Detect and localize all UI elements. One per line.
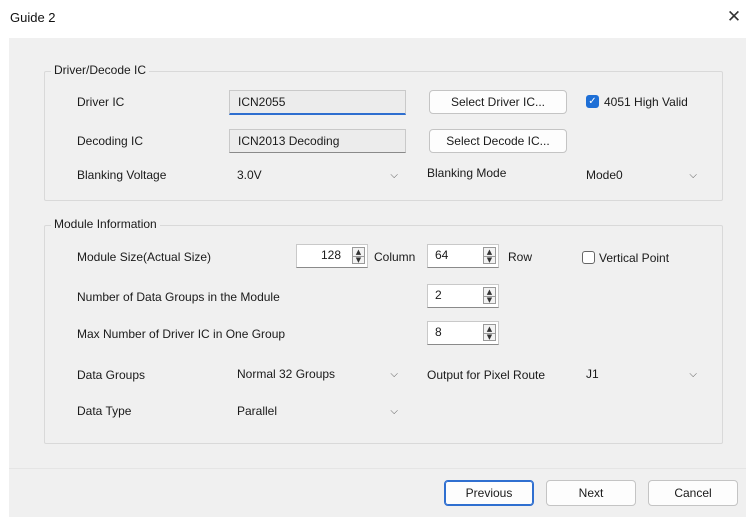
pixel-route-value: J1	[586, 367, 599, 381]
module-columns-stepper[interactable]: 128 ▲ ▼	[296, 244, 368, 268]
spin-buttons[interactable]: ▲ ▼	[483, 247, 496, 264]
blanking-mode-label: Blanking Mode	[427, 166, 507, 180]
decoding-ic-field[interactable]: ICN2013 Decoding	[229, 129, 406, 153]
module-size-label: Module Size(Actual Size)	[77, 250, 212, 264]
blanking-mode-select[interactable]: Mode0 ⌵	[578, 164, 705, 188]
pixel-route-label: Output for Pixel Route	[427, 368, 546, 382]
driver-decode-legend: Driver/Decode IC	[51, 63, 150, 77]
module-columns-value: 128	[320, 248, 341, 262]
data-groups-select[interactable]: Normal 32 Groups ⌵	[229, 363, 406, 387]
vertical-point-label: Vertical Point	[599, 251, 670, 265]
spin-down-icon[interactable]: ▼	[484, 296, 495, 304]
spin-down-icon[interactable]: ▼	[353, 256, 364, 264]
spin-buttons[interactable]: ▲ ▼	[483, 324, 496, 341]
footer-divider	[9, 468, 746, 469]
data-groups-label: Data Groups	[77, 368, 146, 382]
max-driver-ic-label: Max Number of Driver IC in One Group	[77, 327, 286, 341]
blanking-mode-value: Mode0	[586, 168, 623, 182]
data-type-value: Parallel	[237, 404, 278, 418]
data-groups-count-stepper[interactable]: 2 ▲ ▼	[427, 284, 499, 308]
chevron-down-icon: ⌵	[689, 170, 697, 181]
data-type-select[interactable]: Parallel ⌵	[229, 400, 406, 424]
pixel-route-select[interactable]: J1 ⌵	[578, 363, 705, 387]
row-label: Row	[508, 250, 533, 264]
chevron-down-icon: ⌵	[390, 170, 398, 181]
chevron-down-icon: ⌵	[390, 406, 398, 417]
close-icon[interactable]: ✕	[724, 6, 744, 28]
data-groups-value: Normal 32 Groups	[237, 367, 336, 381]
cancel-button[interactable]: Cancel	[648, 480, 738, 506]
max-driver-ic-stepper[interactable]: 8 ▲ ▼	[427, 321, 499, 345]
next-button[interactable]: Next	[546, 480, 636, 506]
select-driver-ic-button[interactable]: Select Driver IC...	[429, 90, 567, 114]
chevron-down-icon: ⌵	[390, 369, 398, 380]
decoding-ic-label: Decoding IC	[77, 134, 144, 148]
driver-ic-field[interactable]: ICN2055	[229, 90, 406, 115]
high-valid-label: 4051 High Valid	[604, 95, 688, 109]
max-driver-ic-value: 8	[435, 325, 442, 339]
spin-down-icon[interactable]: ▼	[484, 256, 495, 264]
module-rows-value: 64	[435, 248, 449, 262]
vertical-point-checkbox[interactable]	[582, 251, 595, 264]
chevron-down-icon: ⌵	[689, 369, 697, 380]
module-info-legend: Module Information	[51, 217, 160, 231]
driver-ic-label: Driver IC	[77, 95, 125, 109]
blanking-voltage-value: 3.0V	[237, 168, 262, 182]
spin-buttons[interactable]: ▲ ▼	[483, 287, 496, 304]
data-type-label: Data Type	[77, 404, 132, 418]
blanking-voltage-label: Blanking Voltage	[77, 168, 167, 182]
previous-button[interactable]: Previous	[444, 480, 534, 506]
title-bar	[0, 0, 746, 38]
window-title: Guide 2	[10, 10, 56, 25]
select-decode-ic-button[interactable]: Select Decode IC...	[429, 129, 567, 153]
blanking-voltage-select[interactable]: 3.0V ⌵	[229, 164, 406, 188]
high-valid-checkbox[interactable]: ✓	[586, 95, 599, 108]
spin-down-icon[interactable]: ▼	[484, 333, 495, 341]
data-groups-count-value: 2	[435, 288, 442, 302]
spin-buttons[interactable]: ▲ ▼	[352, 247, 365, 264]
data-groups-count-label: Number of Data Groups in the Module	[77, 290, 280, 304]
module-rows-stepper[interactable]: 64 ▲ ▼	[427, 244, 499, 268]
column-label: Column	[374, 250, 416, 264]
